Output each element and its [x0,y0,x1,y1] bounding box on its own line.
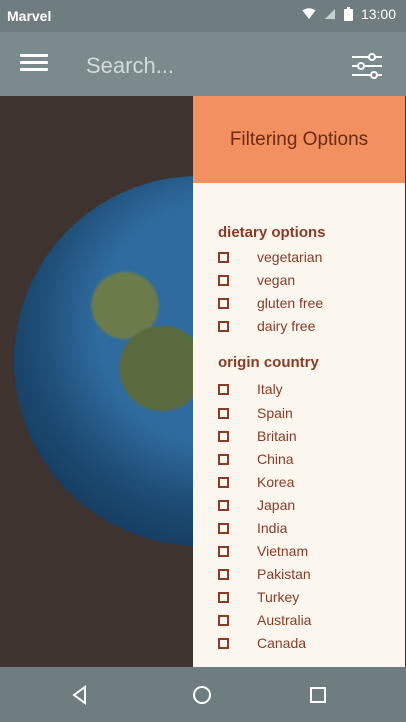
option-label: Britain [257,428,297,444]
checkbox[interactable] [218,251,229,263]
option-label: Vietnam [257,543,309,559]
option-label: vegan [257,272,296,288]
origin-option-turkey[interactable]: Turkey [218,587,398,607]
checkbox[interactable] [218,591,229,603]
dietary-option-dairy-free[interactable]: dairy free [218,316,398,336]
origin-option-vietnam[interactable]: Vietnam [218,541,398,561]
app-bar [0,32,406,96]
status-icons: 13:00 [302,6,396,22]
checkbox[interactable] [218,430,229,442]
checkbox[interactable] [218,545,229,557]
option-label: Canada [257,635,307,651]
carrier-label: Marvel [7,8,52,24]
option-label: Spain [257,405,293,421]
checkbox[interactable] [218,614,229,626]
dietary-section-title: dietary options [218,224,326,241]
origin-option-spain[interactable]: Spain [218,403,398,423]
option-label: Japan [257,497,296,513]
menu-icon[interactable] [20,51,48,77]
checkbox[interactable] [218,568,229,580]
checkbox[interactable] [218,499,229,511]
checkbox[interactable] [218,274,229,286]
dietary-option-vegan[interactable]: vegan [218,270,398,290]
wifi-icon [302,8,316,20]
origin-option-china[interactable]: China [218,449,398,469]
back-icon[interactable] [68,683,92,707]
filter-sliders-icon[interactable] [350,52,384,80]
origin-option-britain[interactable]: Britain [218,426,398,446]
origin-option-australia[interactable]: Australia [218,610,398,630]
checkbox[interactable] [218,637,229,649]
option-label: Pakistan [257,566,311,582]
origin-option-canada[interactable]: Canada [218,633,398,653]
option-label: Australia [257,612,312,628]
signal-icon [324,8,336,20]
dietary-option-gluten-free[interactable]: gluten free [218,293,398,313]
option-label: India [257,520,288,536]
origin-section-title: origin country [218,354,319,371]
option-label: vegetarian [257,249,323,265]
dietary-option-vegetarian[interactable]: vegetarian [218,247,398,267]
home-icon[interactable] [190,683,214,707]
recents-icon[interactable] [306,683,330,707]
checkbox[interactable] [218,320,229,332]
origin-option-korea[interactable]: Korea [218,472,398,492]
filter-panel: Filtering Options dietary options vegeta… [193,96,405,667]
navigation-bar [0,667,406,722]
origin-option-pakistan[interactable]: Pakistan [218,564,398,584]
origin-option-india[interactable]: India [218,518,398,538]
option-label: China [257,451,294,467]
origin-option-italy[interactable]: Italy [218,379,398,399]
option-label: Korea [257,474,295,490]
origin-option-japan[interactable]: Japan [218,495,398,515]
checkbox[interactable] [218,383,229,395]
checkbox[interactable] [218,476,229,488]
panel-title: Filtering Options [193,96,405,183]
option-label: gluten free [257,295,324,311]
battery-icon [343,7,353,21]
option-label: dairy free [257,318,316,334]
option-label: Italy [257,381,283,397]
option-label: Turkey [257,589,300,605]
checkbox[interactable] [218,453,229,465]
search-input[interactable] [84,48,318,84]
time-label: 13:00 [360,6,396,22]
checkbox[interactable] [218,407,229,419]
checkbox[interactable] [218,522,229,534]
checkbox[interactable] [218,297,229,309]
status-bar: Marvel 13:00 [0,0,406,32]
